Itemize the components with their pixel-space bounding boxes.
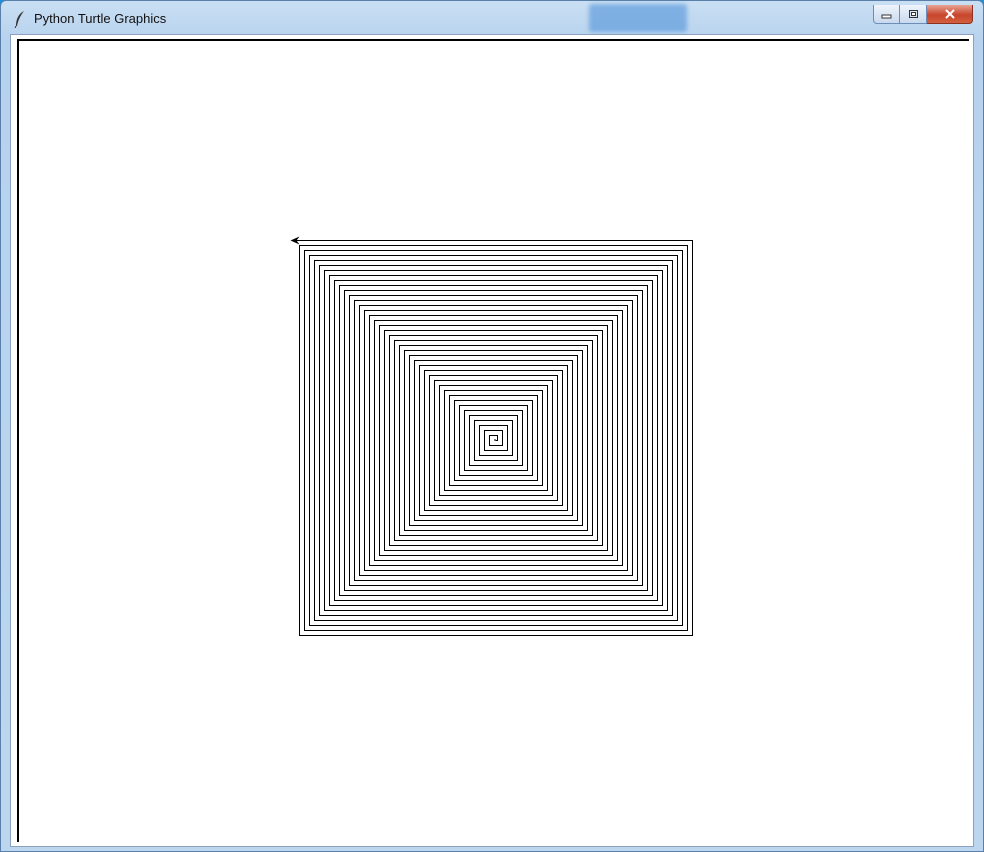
close-icon (944, 9, 955, 19)
feather-icon (14, 11, 24, 28)
maximize-icon (908, 10, 918, 18)
window-title: Python Turtle Graphics (34, 11, 167, 26)
turtle-window: Python Turtle Graphics (0, 0, 984, 852)
maximize-button[interactable] (900, 5, 927, 24)
title-bar[interactable]: Python Turtle Graphics (1, 1, 983, 35)
turtle-canvas[interactable] (17, 39, 969, 842)
close-button[interactable] (927, 5, 973, 24)
window-controls (873, 5, 973, 25)
square-spiral-path (294, 240, 693, 636)
spiral-drawing (290, 236, 693, 636)
canvas-frame (10, 34, 974, 847)
minimize-button[interactable] (873, 5, 900, 24)
minimize-icon (881, 14, 892, 18)
blurred-taskbar-region (589, 4, 687, 32)
